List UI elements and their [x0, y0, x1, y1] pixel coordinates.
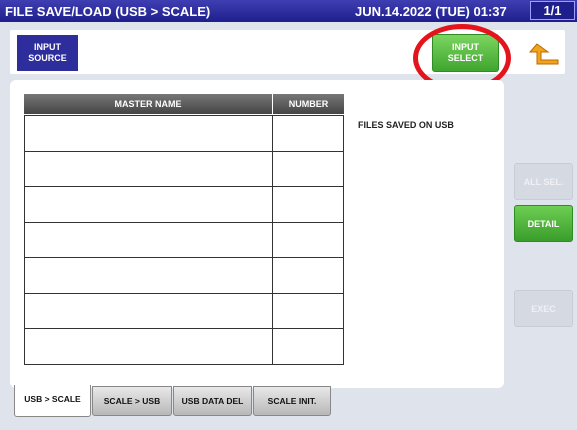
page-indicator: 1/1 [530, 1, 575, 20]
number-cell[interactable] [272, 292, 344, 329]
master-name-cell[interactable] [24, 150, 273, 187]
tab-usb-to-scale[interactable]: USB > SCALE [14, 385, 91, 417]
datetime-display: JUN.14.2022 (TUE) 01:37 [355, 4, 507, 19]
number-cell[interactable] [272, 257, 344, 294]
master-name-cell[interactable] [24, 186, 273, 223]
tab-usb-data-delete[interactable]: USB DATA DEL [173, 386, 252, 416]
master-name-cell[interactable] [24, 328, 273, 365]
input-source-label: INPUT SOURCE [17, 35, 78, 71]
title-bar: FILE SAVE/LOAD (USB > SCALE) JUN.14.2022… [0, 0, 577, 22]
number-cell[interactable] [272, 150, 344, 187]
number-cell[interactable] [272, 186, 344, 223]
number-cell[interactable] [272, 115, 344, 152]
column-header-master-name: MASTER NAME [24, 94, 272, 114]
tab-scale-to-usb[interactable]: SCALE > USB [92, 386, 172, 416]
number-cell[interactable] [272, 221, 344, 258]
number-cell[interactable] [272, 328, 344, 365]
column-header-number: NUMBER [273, 94, 344, 114]
master-name-cell[interactable] [24, 221, 273, 258]
master-name-cell[interactable] [24, 257, 273, 294]
files-saved-label: FILES SAVED ON USB [358, 120, 454, 130]
master-name-cell[interactable] [24, 115, 273, 152]
tab-scale-init[interactable]: SCALE INIT. [253, 386, 331, 416]
detail-button[interactable]: DETAIL [514, 205, 573, 242]
all-select-button[interactable]: ALL SEL. [514, 163, 573, 200]
execute-button[interactable]: EXEC [514, 290, 573, 327]
master-name-cell[interactable] [24, 292, 273, 329]
return-arrow-icon[interactable] [528, 38, 560, 68]
page-title: FILE SAVE/LOAD (USB > SCALE) [5, 4, 211, 19]
